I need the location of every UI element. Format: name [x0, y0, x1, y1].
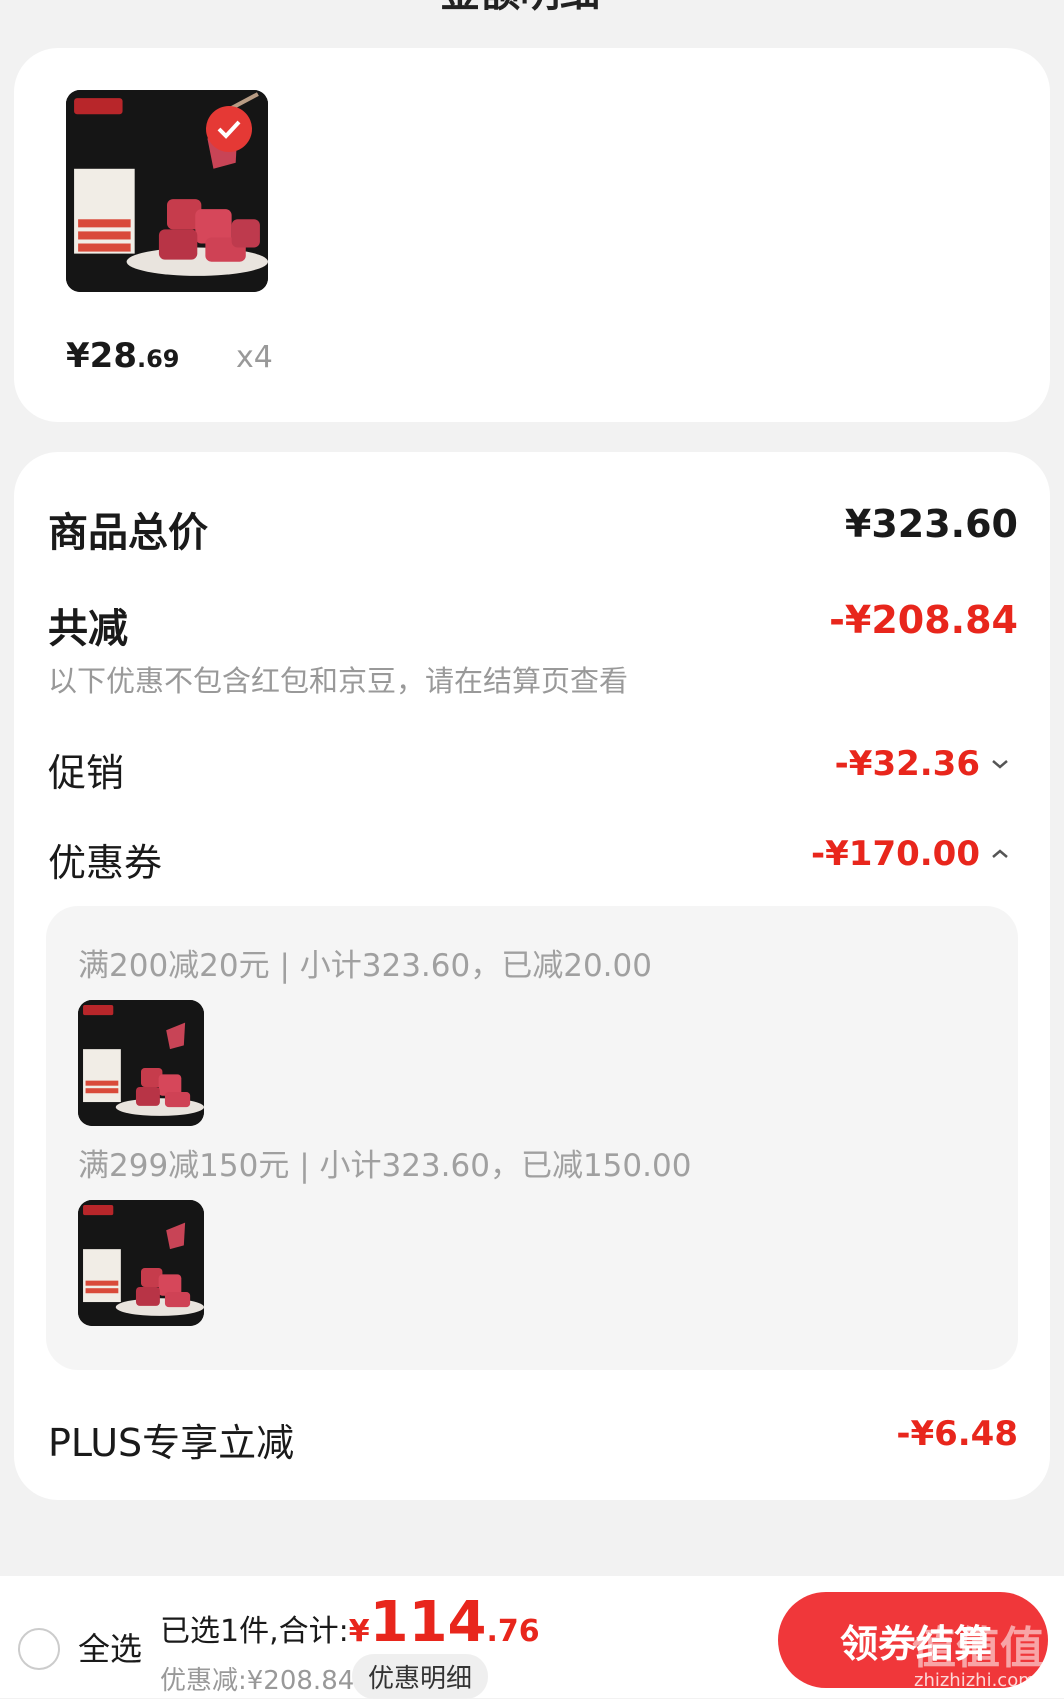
- promo-value: -¥32.36: [834, 744, 980, 784]
- goods-total-label: 商品总价: [48, 510, 208, 556]
- watermark-url: zhizhizhi.com: [914, 1670, 1036, 1691]
- coupon-toggle[interactable]: -¥170.00: [811, 834, 1010, 874]
- plus-label: PLUS专享立减: [48, 1421, 295, 1465]
- selected-prefix: 已选1件,合计:: [160, 1614, 349, 1649]
- promo-label: 促销: [48, 751, 125, 795]
- header: 金额明细: [0, 0, 1064, 16]
- select-all-radio[interactable]: [18, 1628, 60, 1670]
- coupon-label: 优惠券: [48, 841, 163, 885]
- product-price: ¥28.69: [66, 336, 180, 376]
- select-all-label[interactable]: 全选: [78, 1624, 142, 1670]
- reduction-note: 以下优惠不包含红包和京豆，请在结算页查看: [48, 664, 629, 698]
- goods-total-value: ¥323.60: [844, 502, 1018, 546]
- discount-summary: 优惠减:¥208.84: [160, 1666, 355, 1696]
- chevron-down-icon: [992, 760, 1008, 769]
- coupon-value: -¥170.00: [811, 834, 980, 874]
- product-quantity: x4: [236, 340, 273, 375]
- order-summary: 已选1件,合计:¥114.76: [160, 1590, 540, 1655]
- total-decimal: .76: [486, 1614, 540, 1649]
- coupon-product-image: [78, 1000, 204, 1126]
- page-title: 金额明细: [440, 0, 600, 18]
- chevron-up-icon: [992, 849, 1008, 858]
- coupon-product-image: [78, 1200, 204, 1326]
- coupon-detail-panel: 满200减20元 | 小计323.60，已减20.00 满299减150元 | …: [46, 906, 1018, 1370]
- price-integer: ¥28: [66, 336, 137, 376]
- coupon-rule-2: 满299减150元 | 小计323.60，已减150.00: [78, 1148, 692, 1184]
- discount-detail-button[interactable]: 优惠明细: [352, 1654, 489, 1699]
- promo-toggle[interactable]: -¥32.36: [835, 744, 1010, 784]
- product-card: ¥28.69 x4: [14, 48, 1050, 422]
- total-yen: ¥: [348, 1614, 370, 1649]
- price-decimal: .69: [136, 345, 180, 373]
- reduction-label: 共减: [48, 606, 128, 652]
- watermark: 值值值: [912, 1623, 1044, 1674]
- price-detail-card: 商品总价 ¥323.60 共减 -¥208.84 以下优惠不包含红包和京豆，请在…: [14, 452, 1050, 1500]
- plus-value: -¥6.48: [896, 1414, 1018, 1454]
- check-icon[interactable]: [206, 106, 252, 152]
- reduction-value: -¥208.84: [829, 598, 1018, 642]
- total-integer: 114: [369, 1590, 487, 1655]
- coupon-rule-1: 满200减20元 | 小计323.60，已减20.00: [78, 948, 652, 984]
